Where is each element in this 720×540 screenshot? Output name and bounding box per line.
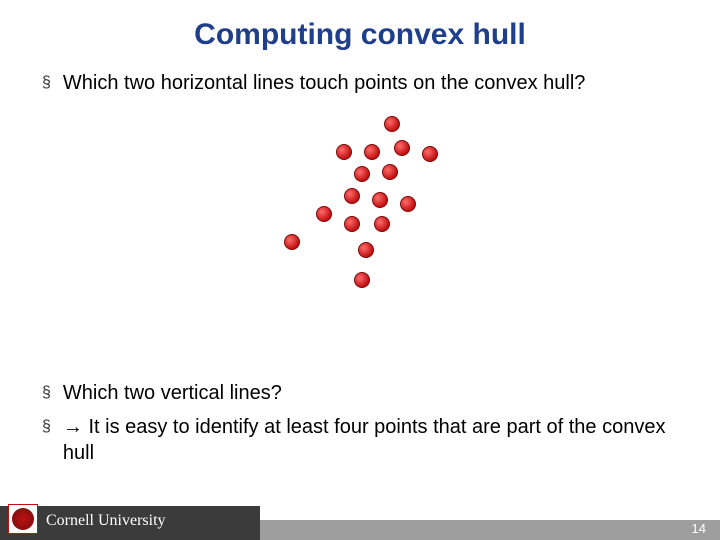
scatter-point: [382, 164, 398, 180]
bullet-marker-icon: §: [42, 380, 51, 406]
bullet-3-text: → It is easy to identify at least four p…: [63, 414, 686, 466]
bullet-3: § → It is easy to identify at least four…: [42, 414, 686, 466]
scatter-point: [344, 216, 360, 232]
scatter-point: [372, 192, 388, 208]
scatter-point: [344, 188, 360, 204]
lower-bullets: § Which two vertical lines? § → It is ea…: [0, 380, 720, 474]
scatter-point: [400, 196, 416, 212]
scatter-figure: [42, 106, 686, 301]
logo-box: [8, 504, 38, 534]
scatter-point: [336, 144, 352, 160]
scatter-point: [394, 140, 410, 156]
cornell-seal-icon: [12, 508, 34, 530]
scatter-point: [374, 216, 390, 232]
footer: Cornell University 14: [0, 502, 720, 540]
bullet-2: § Which two vertical lines?: [42, 380, 686, 406]
point-cloud: [264, 106, 464, 296]
arrow-icon: →: [63, 416, 83, 438]
page-number: 14: [692, 521, 706, 536]
bullet-marker-icon: §: [42, 70, 51, 96]
university-name: Cornell University: [46, 512, 166, 530]
bullet-1: § Which two horizontal lines touch point…: [42, 70, 686, 96]
scatter-point: [354, 272, 370, 288]
content-area: § Which two horizontal lines touch point…: [0, 52, 720, 301]
bullet-1-text: Which two horizontal lines touch points …: [63, 70, 586, 96]
scatter-point: [422, 146, 438, 162]
scatter-point: [354, 166, 370, 182]
bullet-2-text: Which two vertical lines?: [63, 380, 282, 406]
bullet-marker-icon: §: [42, 414, 51, 440]
scatter-point: [384, 116, 400, 132]
scatter-point: [364, 144, 380, 160]
scatter-point: [316, 206, 332, 222]
scatter-point: [284, 234, 300, 250]
slide: Computing convex hull § Which two horizo…: [0, 0, 720, 540]
slide-title: Computing convex hull: [0, 0, 720, 52]
bullet-3-body: It is easy to identify at least four poi…: [63, 416, 666, 464]
scatter-point: [358, 242, 374, 258]
